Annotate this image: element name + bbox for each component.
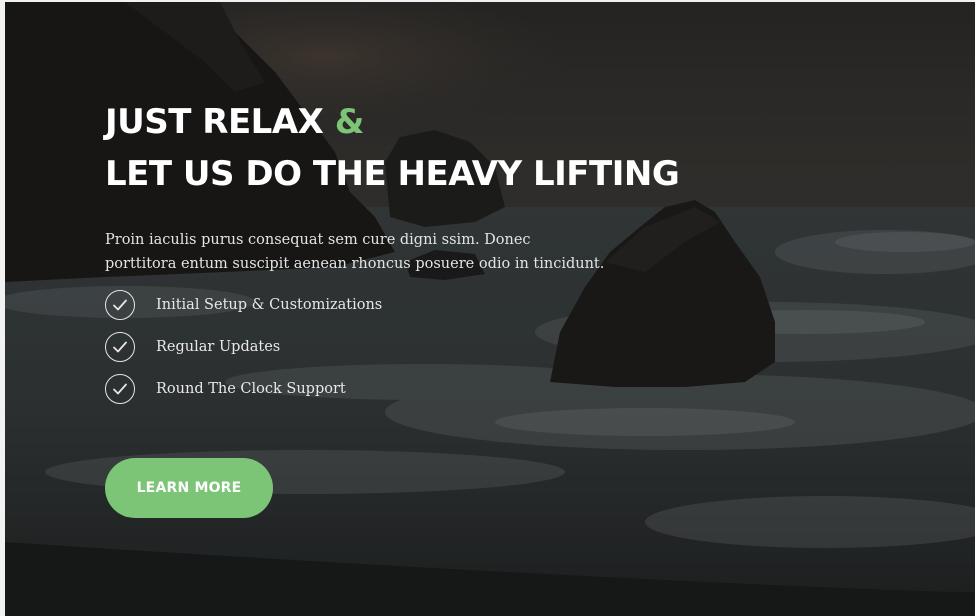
feature-label: Regular Updates [156,339,281,355]
feature-list: Initial Setup & Customizations Regular U… [105,284,805,410]
feature-item: Initial Setup & Customizations [105,284,805,326]
description-line-1: Proin iaculis purus consequat sem cure d… [105,232,531,248]
hero-description: Proin iaculis purus consequat sem cure d… [105,228,625,276]
check-circle-icon [105,374,135,404]
feature-label: Round The Clock Support [156,381,346,397]
learn-more-button[interactable]: LEARN MORE [105,458,273,518]
check-circle-icon [105,332,135,362]
check-circle-icon [105,290,135,320]
hero-content: JUST RELAX & LET US DO THE HEAVY LIFTING… [105,96,805,410]
feature-item: Regular Updates [105,326,805,368]
feature-item: Round The Clock Support [105,368,805,410]
feature-label: Initial Setup & Customizations [156,297,383,313]
headline-line-1: JUST RELAX [105,102,324,142]
hero-section: JUST RELAX & LET US DO THE HEAVY LIFTING… [5,2,975,616]
headline-line-2: LET US DO THE HEAVY LIFTING [105,154,680,194]
description-line-2: porttitora entum suscipit aenean rhoncus… [105,256,605,272]
hero-headline: JUST RELAX & LET US DO THE HEAVY LIFTING [105,96,805,200]
headline-ampersand: & [334,102,365,142]
